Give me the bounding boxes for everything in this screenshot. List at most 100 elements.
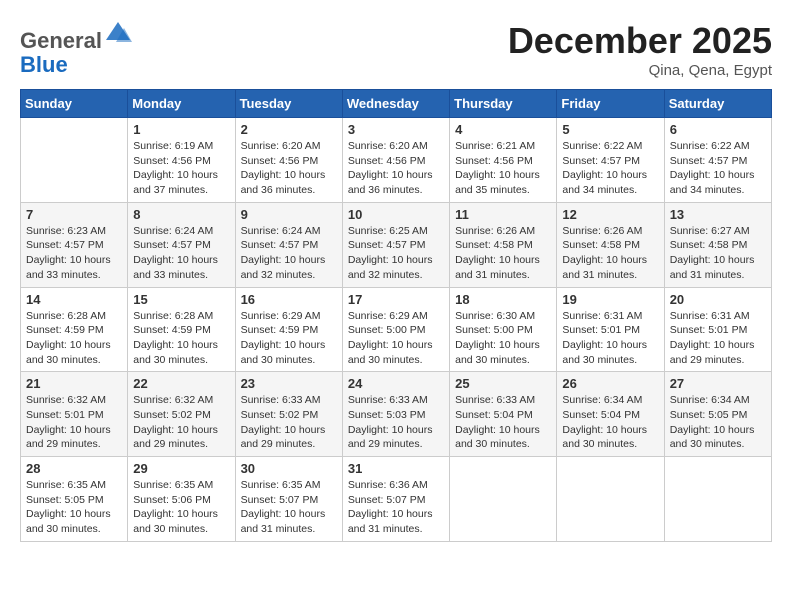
day-number: 11 — [455, 207, 551, 222]
day-info: Sunrise: 6:19 AM Sunset: 4:56 PM Dayligh… — [133, 139, 229, 198]
calendar-cell: 29 Sunrise: 6:35 AM Sunset: 5:06 PM Dayli… — [128, 457, 235, 542]
day-number: 12 — [562, 207, 658, 222]
calendar-cell — [21, 118, 128, 203]
day-info: Sunrise: 6:34 AM Sunset: 5:05 PM Dayligh… — [670, 393, 766, 452]
weekday-header: Thursday — [450, 90, 557, 118]
day-info: Sunrise: 6:28 AM Sunset: 4:59 PM Dayligh… — [133, 309, 229, 368]
weekday-header: Wednesday — [342, 90, 449, 118]
calendar-cell: 5 Sunrise: 6:22 AM Sunset: 4:57 PM Daylig… — [557, 118, 664, 203]
calendar-cell: 22 Sunrise: 6:32 AM Sunset: 5:02 PM Dayli… — [128, 372, 235, 457]
calendar-cell: 31 Sunrise: 6:36 AM Sunset: 5:07 PM Dayli… — [342, 457, 449, 542]
calendar-week-row: 21 Sunrise: 6:32 AM Sunset: 5:01 PM Dayli… — [21, 372, 772, 457]
day-info: Sunrise: 6:25 AM Sunset: 4:57 PM Dayligh… — [348, 224, 444, 283]
day-info: Sunrise: 6:20 AM Sunset: 4:56 PM Dayligh… — [348, 139, 444, 198]
calendar-cell: 17Sunrise: 6:29 AM Sunset: 5:00 PM Dayli… — [342, 287, 449, 372]
calendar-cell: 3 Sunrise: 6:20 AM Sunset: 4:56 PM Daylig… — [342, 118, 449, 203]
calendar-cell: 2 Sunrise: 6:20 AM Sunset: 4:56 PM Daylig… — [235, 118, 342, 203]
calendar-cell: 15 Sunrise: 6:28 AM Sunset: 4:59 PM Dayli… — [128, 287, 235, 372]
calendar-week-row: 28 Sunrise: 6:35 AM Sunset: 5:05 PM Dayli… — [21, 457, 772, 542]
day-info: Sunrise: 6:35 AM Sunset: 5:05 PM Dayligh… — [26, 478, 122, 537]
day-number: 25 — [455, 376, 551, 391]
day-info: Sunrise: 6:28 AM Sunset: 4:59 PM Dayligh… — [26, 309, 122, 368]
day-number: 26 — [562, 376, 658, 391]
day-info: Sunrise: 6:36 AM Sunset: 5:07 PM Dayligh… — [348, 478, 444, 537]
day-info: Sunrise: 6:29 AM Sunset: 4:59 PM Dayligh… — [241, 309, 337, 368]
day-info: Sunrise: 6:26 AM Sunset: 4:58 PM Dayligh… — [562, 224, 658, 283]
day-info: Sunrise: 6:21 AM Sunset: 4:56 PM Dayligh… — [455, 139, 551, 198]
calendar-cell: 12 Sunrise: 6:26 AM Sunset: 4:58 PM Dayli… — [557, 202, 664, 287]
logo-icon — [104, 20, 132, 48]
day-info: Sunrise: 6:32 AM Sunset: 5:02 PM Dayligh… — [133, 393, 229, 452]
calendar-cell — [557, 457, 664, 542]
day-info: Sunrise: 6:33 AM Sunset: 5:03 PM Dayligh… — [348, 393, 444, 452]
day-info: Sunrise: 6:22 AM Sunset: 4:57 PM Dayligh… — [562, 139, 658, 198]
day-info: Sunrise: 6:30 AM Sunset: 5:00 PM Dayligh… — [455, 309, 551, 368]
day-info: Sunrise: 6:33 AM Sunset: 5:04 PM Dayligh… — [455, 393, 551, 452]
day-number: 15 — [133, 292, 229, 307]
calendar-cell: 19 Sunrise: 6:31 AM Sunset: 5:01 PM Dayli… — [557, 287, 664, 372]
calendar-cell: 10Sunrise: 6:25 AM Sunset: 4:57 PM Dayli… — [342, 202, 449, 287]
day-number: 8 — [133, 207, 229, 222]
day-number: 22 — [133, 376, 229, 391]
day-number: 30 — [241, 461, 337, 476]
calendar-cell: 27 Sunrise: 6:34 AM Sunset: 5:05 PM Dayli… — [664, 372, 771, 457]
day-info: Sunrise: 6:27 AM Sunset: 4:58 PM Dayligh… — [670, 224, 766, 283]
calendar-table: SundayMondayTuesdayWednesdayThursdayFrid… — [20, 89, 772, 542]
weekday-header: Saturday — [664, 90, 771, 118]
day-number: 23 — [241, 376, 337, 391]
calendar-cell: 13Sunrise: 6:27 AM Sunset: 4:58 PM Dayli… — [664, 202, 771, 287]
weekday-header: Monday — [128, 90, 235, 118]
day-number: 20 — [670, 292, 766, 307]
calendar-week-row: 1 Sunrise: 6:19 AM Sunset: 4:56 PM Daylig… — [21, 118, 772, 203]
day-info: Sunrise: 6:32 AM Sunset: 5:01 PM Dayligh… — [26, 393, 122, 452]
weekday-header: Tuesday — [235, 90, 342, 118]
day-info: Sunrise: 6:31 AM Sunset: 5:01 PM Dayligh… — [670, 309, 766, 368]
day-number: 27 — [670, 376, 766, 391]
calendar-cell: 9 Sunrise: 6:24 AM Sunset: 4:57 PM Daylig… — [235, 202, 342, 287]
day-info: Sunrise: 6:24 AM Sunset: 4:57 PM Dayligh… — [241, 224, 337, 283]
calendar-week-row: 7 Sunrise: 6:23 AM Sunset: 4:57 PM Daylig… — [21, 202, 772, 287]
day-number: 21 — [26, 376, 122, 391]
day-number: 29 — [133, 461, 229, 476]
day-info: Sunrise: 6:29 AM Sunset: 5:00 PM Dayligh… — [348, 309, 444, 368]
calendar-cell: 23Sunrise: 6:33 AM Sunset: 5:02 PM Dayli… — [235, 372, 342, 457]
day-number: 14 — [26, 292, 122, 307]
calendar-cell: 24 Sunrise: 6:33 AM Sunset: 5:03 PM Dayli… — [342, 372, 449, 457]
day-number: 9 — [241, 207, 337, 222]
day-number: 2 — [241, 122, 337, 137]
logo-general: General — [20, 28, 102, 53]
calendar-cell: 8 Sunrise: 6:24 AM Sunset: 4:57 PM Daylig… — [128, 202, 235, 287]
day-number: 7 — [26, 207, 122, 222]
day-info: Sunrise: 6:31 AM Sunset: 5:01 PM Dayligh… — [562, 309, 658, 368]
day-info: Sunrise: 6:22 AM Sunset: 4:57 PM Dayligh… — [670, 139, 766, 198]
day-info: Sunrise: 6:35 AM Sunset: 5:07 PM Dayligh… — [241, 478, 337, 537]
day-number: 31 — [348, 461, 444, 476]
day-info: Sunrise: 6:20 AM Sunset: 4:56 PM Dayligh… — [241, 139, 337, 198]
calendar-cell: 7 Sunrise: 6:23 AM Sunset: 4:57 PM Daylig… — [21, 202, 128, 287]
calendar-cell: 21 Sunrise: 6:32 AM Sunset: 5:01 PM Dayli… — [21, 372, 128, 457]
day-number: 16 — [241, 292, 337, 307]
day-info: Sunrise: 6:24 AM Sunset: 4:57 PM Dayligh… — [133, 224, 229, 283]
day-number: 6 — [670, 122, 766, 137]
day-number: 3 — [348, 122, 444, 137]
calendar-cell: 14 Sunrise: 6:28 AM Sunset: 4:59 PM Dayli… — [21, 287, 128, 372]
weekday-header: Friday — [557, 90, 664, 118]
day-info: Sunrise: 6:35 AM Sunset: 5:06 PM Dayligh… — [133, 478, 229, 537]
day-number: 1 — [133, 122, 229, 137]
calendar-header-row: SundayMondayTuesdayWednesdayThursdayFrid… — [21, 90, 772, 118]
day-number: 5 — [562, 122, 658, 137]
day-number: 18 — [455, 292, 551, 307]
calendar-cell: 26 Sunrise: 6:34 AM Sunset: 5:04 PM Dayli… — [557, 372, 664, 457]
day-number: 24 — [348, 376, 444, 391]
day-number: 19 — [562, 292, 658, 307]
calendar-cell: 18 Sunrise: 6:30 AM Sunset: 5:00 PM Dayli… — [450, 287, 557, 372]
day-number: 28 — [26, 461, 122, 476]
page-header: General Blue December 2025 Qina, Qena, E… — [20, 20, 772, 79]
day-info: Sunrise: 6:26 AM Sunset: 4:58 PM Dayligh… — [455, 224, 551, 283]
calendar-cell: 28 Sunrise: 6:35 AM Sunset: 5:05 PM Dayli… — [21, 457, 128, 542]
day-info: Sunrise: 6:23 AM Sunset: 4:57 PM Dayligh… — [26, 224, 122, 283]
calendar-cell: 6 Sunrise: 6:22 AM Sunset: 4:57 PM Daylig… — [664, 118, 771, 203]
calendar-cell: 20 Sunrise: 6:31 AM Sunset: 5:01 PM Dayli… — [664, 287, 771, 372]
logo-blue: Blue — [20, 52, 68, 77]
day-info: Sunrise: 6:34 AM Sunset: 5:04 PM Dayligh… — [562, 393, 658, 452]
